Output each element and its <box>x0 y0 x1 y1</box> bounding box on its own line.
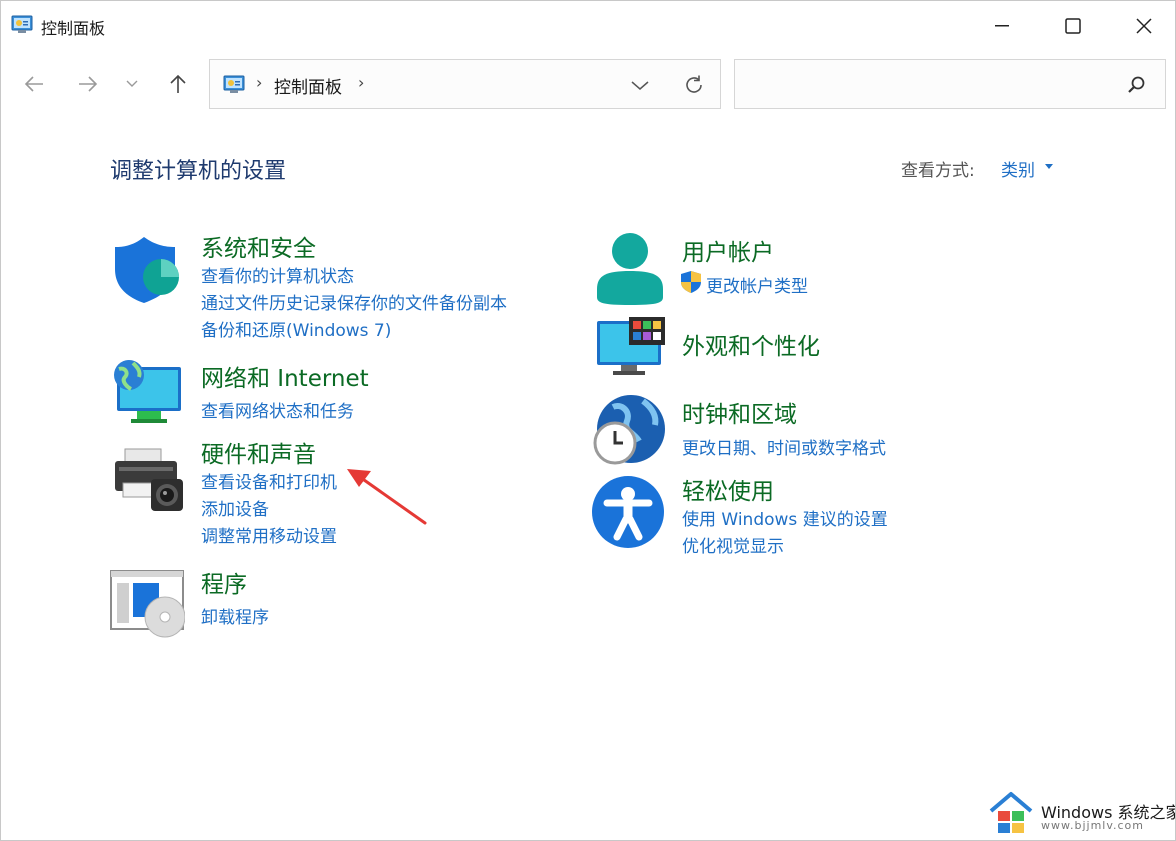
user-icon[interactable] <box>593 231 667 305</box>
control-panel-icon <box>222 75 246 95</box>
caret-down-icon[interactable] <box>1045 164 1053 169</box>
page-title: 调整计算机的设置 <box>110 159 287 184</box>
category-title-hardware-sound[interactable]: 硬件和声音 <box>201 435 316 469</box>
watermark: Windows 系统之家 www.bjjmlv.com <box>986 791 1175 837</box>
view-by-dropdown[interactable]: 类别 <box>1001 156 1035 181</box>
breadcrumb-separator-icon[interactable]: › <box>358 73 364 92</box>
navigation-bar: › 控制面板 › <box>1 53 1175 115</box>
address-history-button[interactable] <box>628 74 652 98</box>
category-title-user-accounts[interactable]: 用户帐户 <box>682 233 774 267</box>
window-title: 控制面板 <box>41 19 106 38</box>
maximize-icon <box>1065 18 1081 34</box>
link-uninstall-program[interactable]: 卸载程序 <box>201 603 269 628</box>
maximize-button[interactable] <box>1038 1 1108 51</box>
programs-disc-icon[interactable] <box>109 567 186 641</box>
link-change-account-type[interactable]: 更改帐户类型 <box>706 272 808 297</box>
link-optimize-visual-display[interactable]: 优化视觉显示 <box>682 532 784 557</box>
category-title-system-security[interactable]: 系统和安全 <box>201 229 316 263</box>
minimize-icon <box>995 25 1009 27</box>
link-devices-printers[interactable]: 查看设备和打印机 <box>201 468 337 493</box>
globe-clock-icon[interactable] <box>591 393 665 467</box>
link-add-device[interactable]: 添加设备 <box>201 495 269 520</box>
uac-shield-icon <box>680 270 702 294</box>
house-logo-icon <box>989 792 1033 833</box>
link-backup-restore[interactable]: 备份和还原(Windows 7) <box>201 316 391 341</box>
refresh-button[interactable] <box>682 73 706 97</box>
shield-pie-icon[interactable] <box>111 233 185 307</box>
category-title-programs[interactable]: 程序 <box>201 565 247 599</box>
control-panel-window: 控制面板 › 控制面板 › 调整计算机的设置 查看方式: 类别 系统和安全 查看… <box>0 0 1176 841</box>
accessibility-icon[interactable] <box>591 475 665 549</box>
back-button[interactable] <box>17 67 51 101</box>
arrow-left-icon <box>24 76 43 92</box>
view-by-label: 查看方式: <box>901 161 975 181</box>
link-file-history-backup[interactable]: 通过文件历史记录保存你的文件备份副本 <box>201 289 507 314</box>
search-icon[interactable] <box>1125 74 1147 96</box>
title-bar: 控制面板 <box>1 1 1175 51</box>
annotation-arrow-icon <box>347 469 427 525</box>
category-title-network-internet[interactable]: 网络和 Internet <box>201 359 369 393</box>
breadcrumb-separator-icon[interactable]: › <box>256 73 262 92</box>
up-button[interactable] <box>161 67 195 101</box>
arrow-right-icon <box>79 76 98 92</box>
close-button[interactable] <box>1109 1 1175 51</box>
refresh-icon <box>686 75 702 93</box>
link-view-computer-status[interactable]: 查看你的计算机状态 <box>201 262 354 287</box>
chevron-down-icon <box>631 81 649 90</box>
recent-locations-button[interactable] <box>115 67 149 101</box>
link-network-status[interactable]: 查看网络状态和任务 <box>201 397 354 422</box>
control-panel-icon <box>11 15 33 35</box>
globe-monitor-icon[interactable] <box>111 357 185 431</box>
breadcrumb-control-panel[interactable]: 控制面板 <box>274 73 342 98</box>
forward-button[interactable] <box>71 67 105 101</box>
category-title-appearance-personalization[interactable]: 外观和个性化 <box>682 327 820 361</box>
minimize-button[interactable] <box>967 1 1037 51</box>
link-recommended-settings[interactable]: 使用 Windows 建议的设置 <box>682 505 888 530</box>
arrow-up-icon <box>170 74 186 93</box>
search-box[interactable] <box>734 59 1166 109</box>
monitor-palette-icon[interactable] <box>593 317 667 391</box>
address-bar[interactable]: › 控制面板 › <box>209 59 721 109</box>
link-change-date-time-format[interactable]: 更改日期、时间或数字格式 <box>682 434 886 459</box>
category-title-clock-region[interactable]: 时钟和区域 <box>682 395 797 429</box>
chevron-down-icon <box>126 80 138 87</box>
printer-camera-icon[interactable] <box>111 443 185 517</box>
link-mobility-settings[interactable]: 调整常用移动设置 <box>201 522 337 547</box>
category-title-ease-of-access[interactable]: 轻松使用 <box>682 472 774 506</box>
watermark-url: www.bjjmlv.com <box>1041 819 1144 832</box>
search-input[interactable] <box>743 70 1117 100</box>
close-icon <box>1136 18 1152 34</box>
